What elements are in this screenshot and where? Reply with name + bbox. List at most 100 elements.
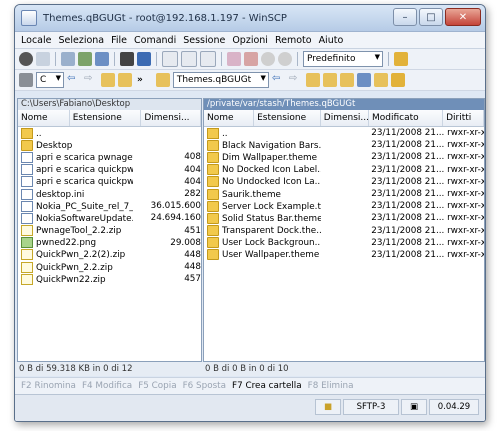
file-rights: rwxr-xr-x bbox=[447, 237, 484, 248]
remote-home-icon[interactable] bbox=[339, 73, 354, 87]
file-row[interactable]: apri e scarica pwnaget... 408 bbox=[18, 151, 201, 163]
file-modified: 23/11/2008 21.... bbox=[371, 201, 446, 212]
preset-select[interactable]: Predefinito ▼ bbox=[303, 51, 383, 67]
new-folder-icon[interactable] bbox=[373, 73, 388, 87]
plus-icon[interactable] bbox=[181, 51, 197, 67]
column-name[interactable]: Nome bbox=[204, 110, 255, 126]
more-icon[interactable]: » bbox=[137, 75, 143, 85]
remote-back-icon[interactable]: ⇦ bbox=[272, 73, 286, 87]
file-rights: rwxr-xr-x bbox=[447, 176, 484, 187]
file-row[interactable]: Solid Status Bar.theme 23/11/2008 21.... r… bbox=[204, 212, 484, 224]
gear-icon[interactable] bbox=[19, 52, 33, 66]
select-icon[interactable] bbox=[162, 51, 178, 67]
menu-sessione[interactable]: Sessione bbox=[183, 35, 225, 46]
menu-file[interactable]: File bbox=[111, 35, 127, 46]
file-row[interactable]: Saurik.theme 23/11/2008 21.... rwxr-xr-x bbox=[204, 188, 484, 200]
forward-icon[interactable]: ⇨ bbox=[84, 73, 98, 87]
menu-opzioni[interactable]: Opzioni bbox=[232, 35, 268, 46]
file-size: 282 bbox=[184, 189, 201, 200]
file-row[interactable]: PwnageTool_2.2.zip 451 bbox=[18, 225, 201, 237]
file-row[interactable]: Nokia_PC_Suite_rel_7_... 36.015.600 bbox=[18, 200, 201, 212]
maximize-button[interactable]: □ bbox=[419, 8, 443, 26]
close-button[interactable]: ✕ bbox=[445, 8, 481, 26]
file-row[interactable]: QuickPwn22.zip 457 bbox=[18, 273, 201, 285]
file-rights: rwxr-xr-x bbox=[447, 189, 484, 200]
root-folder-icon[interactable] bbox=[118, 73, 132, 87]
parent-folder-icon[interactable] bbox=[101, 73, 115, 87]
column-rights[interactable]: Diritti bbox=[443, 110, 484, 126]
column-extension[interactable]: Estensione bbox=[254, 110, 321, 126]
file-row[interactable]: QuickPwn_2.2(2).zip 448 bbox=[18, 249, 201, 261]
menu-locale[interactable]: Locale bbox=[21, 35, 51, 46]
remote-parent-icon[interactable] bbox=[305, 73, 320, 87]
file-size: 24.694.160 bbox=[150, 213, 201, 224]
file-row[interactable]: pwned22.png 29.008 bbox=[18, 237, 201, 249]
file-row[interactable]: No Undocked Icon La... 23/11/2008 21.... r… bbox=[204, 176, 484, 188]
file-name: PwnageTool_2.2.zip bbox=[36, 226, 122, 237]
remote-refresh-icon[interactable] bbox=[356, 73, 371, 87]
file-row[interactable]: User Wallpaper.theme 23/11/2008 21.... rwx… bbox=[204, 249, 484, 261]
remote-forward-icon[interactable]: ⇨ bbox=[289, 73, 303, 87]
stop-icon[interactable] bbox=[261, 52, 275, 66]
copy-icon[interactable] bbox=[61, 52, 75, 66]
menu-comandi[interactable]: Comandi bbox=[134, 35, 176, 46]
sync-icon[interactable] bbox=[78, 52, 92, 66]
remote-root-icon[interactable] bbox=[322, 73, 337, 87]
file-row[interactable]: User Lock Backgroun... 23/11/2008 21.... r… bbox=[204, 237, 484, 249]
column-extension[interactable]: Estensione bbox=[70, 110, 142, 126]
file-row[interactable]: Desktop bbox=[18, 139, 201, 151]
compare-icon[interactable] bbox=[244, 52, 258, 66]
file-rights: rwxr-xr-x bbox=[447, 152, 484, 163]
file-row[interactable]: desktop.ini 282 bbox=[18, 188, 201, 200]
column-modified[interactable]: Modificato bbox=[369, 110, 444, 126]
session-time: 0.04.29 bbox=[429, 399, 479, 415]
f4-edit-button[interactable]: F4 Modifica bbox=[82, 381, 132, 391]
column-name[interactable]: Nome bbox=[18, 110, 70, 126]
file-size: 448 bbox=[184, 249, 201, 260]
menu-remoto[interactable]: Remoto bbox=[275, 35, 312, 46]
column-size[interactable]: Dimensi... bbox=[141, 110, 201, 126]
f2-rename-button[interactable]: F2 Rinomina bbox=[21, 381, 76, 391]
file-name: Transparent Dock.the... bbox=[222, 226, 321, 237]
drive-select[interactable]: C ▼ bbox=[36, 72, 64, 88]
minimize-button[interactable]: – bbox=[393, 8, 417, 26]
refresh-icon[interactable] bbox=[95, 52, 109, 66]
file-row[interactable]: .. bbox=[18, 127, 201, 139]
window-title: Themes.qBGUGt - root@192.168.1.197 - Win… bbox=[43, 12, 287, 24]
file-name: .. bbox=[36, 128, 42, 139]
f8-delete-button[interactable]: F8 Elimina bbox=[308, 381, 354, 391]
clock-icon[interactable] bbox=[278, 52, 292, 66]
f5-copy-button[interactable]: F5 Copia bbox=[138, 381, 176, 391]
file-row[interactable]: Dim Wallpaper.theme 23/11/2008 21.... rwxr… bbox=[204, 151, 484, 163]
file-row[interactable]: QuickPwn_2.2.zip 448 bbox=[18, 261, 201, 273]
queue-icon[interactable] bbox=[36, 52, 50, 66]
back-icon[interactable]: ⇦ bbox=[67, 73, 81, 87]
menu-seleziona[interactable]: Seleziona bbox=[58, 35, 104, 46]
minus-icon[interactable] bbox=[200, 51, 216, 67]
title-bar[interactable]: Themes.qBGUGt - root@192.168.1.197 - Win… bbox=[15, 5, 485, 32]
find-icon[interactable] bbox=[390, 73, 405, 87]
file-row[interactable]: No Docked Icon Label... 23/11/2008 21....… bbox=[204, 164, 484, 176]
file-row[interactable]: NokiaSoftwareUpdate... 24.694.160 bbox=[18, 212, 201, 224]
file-row[interactable]: apri e scarica quickpw... 404 bbox=[18, 164, 201, 176]
file-rights: rwxr-xr-x bbox=[447, 213, 484, 224]
transfer-icon[interactable] bbox=[394, 52, 408, 66]
terminal-icon[interactable] bbox=[137, 52, 151, 66]
console-icon[interactable] bbox=[120, 52, 134, 66]
file-row[interactable]: Black Navigation Bars.... 23/11/2008 21..… bbox=[204, 139, 484, 151]
chevron-down-icon: ▼ bbox=[374, 53, 380, 61]
folder-icon bbox=[207, 139, 219, 151]
file-row[interactable]: .. 23/11/2008 21.... rwxr-xr-x bbox=[204, 127, 484, 139]
menu-bar: Locale Seleziona File Comandi Sessione O… bbox=[15, 32, 485, 49]
column-size[interactable]: Dimensi... bbox=[321, 110, 370, 126]
menu-aiuto[interactable]: Aiuto bbox=[319, 35, 344, 46]
remote-status: 0 B di 0 B in 0 di 10 bbox=[205, 364, 289, 374]
function-keys: F2 Rinomina F4 Modifica F5 Copia F6 Spos… bbox=[15, 377, 485, 394]
file-row[interactable]: Server Lock Example.t... 23/11/2008 21...… bbox=[204, 200, 484, 212]
remote-folder-select[interactable]: Themes.qBGUGt ▼ bbox=[172, 72, 269, 88]
file-row[interactable]: apri e scarica quickpw... 404 bbox=[18, 176, 201, 188]
f6-move-button[interactable]: F6 Sposta bbox=[183, 381, 226, 391]
f7-create-folder-button[interactable]: F7 Crea cartella bbox=[232, 381, 302, 391]
filter-icon[interactable] bbox=[227, 52, 241, 66]
file-row[interactable]: Transparent Dock.the... 23/11/2008 21....… bbox=[204, 225, 484, 237]
